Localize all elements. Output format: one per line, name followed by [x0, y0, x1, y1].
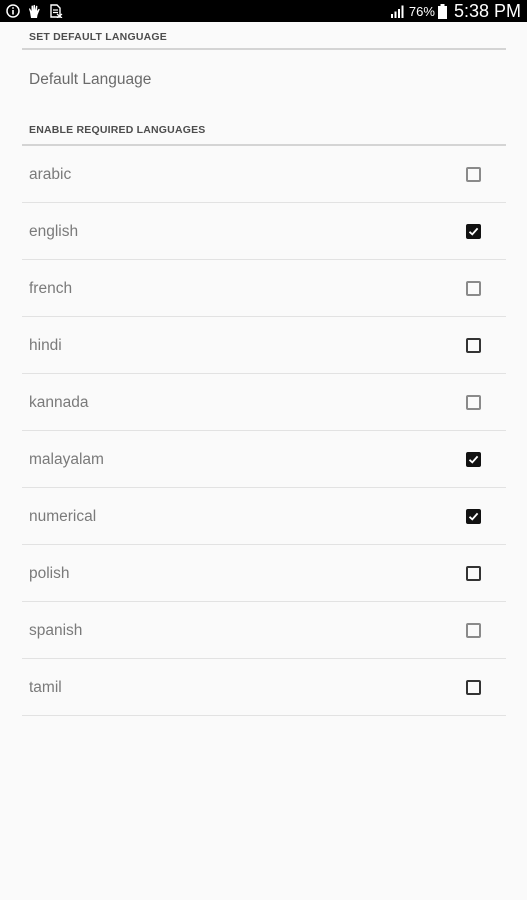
- language-checkbox-polish[interactable]: [466, 566, 481, 581]
- signal-icon: [390, 4, 406, 18]
- section-header-default-language: SET DEFAULT LANGUAGE: [22, 22, 506, 50]
- battery-icon: [437, 3, 447, 19]
- language-checkbox-english[interactable]: [466, 224, 481, 239]
- language-label: malayalam: [29, 451, 104, 468]
- language-label: spanish: [29, 622, 83, 639]
- language-row-french[interactable]: french: [22, 260, 506, 317]
- hand-icon: [27, 4, 42, 19]
- language-checkbox-tamil[interactable]: [466, 680, 481, 695]
- language-row-numerical[interactable]: numerical: [22, 488, 506, 545]
- document-icon: [49, 4, 63, 18]
- language-label: polish: [29, 565, 70, 582]
- language-label: arabic: [29, 166, 72, 183]
- language-label: english: [29, 223, 79, 240]
- clock: 5:38 PM: [453, 0, 521, 21]
- language-label: french: [29, 280, 73, 297]
- info-icon: [6, 4, 20, 18]
- default-language-item[interactable]: Default Language: [22, 50, 506, 108]
- battery-percentage: 76%: [408, 3, 435, 19]
- settings-content: SET DEFAULT LANGUAGE Default Language EN…: [0, 22, 527, 716]
- language-label: numerical: [29, 508, 97, 525]
- status-bar-notifications: [6, 4, 63, 19]
- language-list: arabic english french hindi kannada malayalam…: [0, 146, 527, 716]
- language-row-arabic[interactable]: arabic: [22, 146, 506, 203]
- checkmark-icon: [468, 512, 479, 521]
- language-label: tamil: [29, 679, 62, 696]
- language-checkbox-kannada[interactable]: [466, 395, 481, 410]
- status-bar-system: 76% 5:38 PM: [390, 1, 521, 22]
- language-row-spanish[interactable]: spanish: [22, 602, 506, 659]
- checkmark-icon: [468, 227, 479, 236]
- language-checkbox-numerical[interactable]: [466, 509, 481, 524]
- language-checkbox-spanish[interactable]: [466, 623, 481, 638]
- language-checkbox-hindi[interactable]: [466, 338, 481, 353]
- section-header-enable-languages: ENABLE REQUIRED LANGUAGES: [22, 110, 506, 146]
- language-row-hindi[interactable]: hindi: [22, 317, 506, 374]
- language-row-kannada[interactable]: kannada: [22, 374, 506, 431]
- language-label: hindi: [29, 337, 62, 354]
- language-row-polish[interactable]: polish: [22, 545, 506, 602]
- language-row-malayalam[interactable]: malayalam: [22, 431, 506, 488]
- language-checkbox-french[interactable]: [466, 281, 481, 296]
- language-row-tamil[interactable]: tamil: [22, 659, 506, 716]
- checkmark-icon: [468, 455, 479, 464]
- language-row-english[interactable]: english: [22, 203, 506, 260]
- language-checkbox-arabic[interactable]: [466, 167, 481, 182]
- language-checkbox-malayalam[interactable]: [466, 452, 481, 467]
- status-bar: 76% 5:38 PM: [0, 0, 527, 22]
- language-label: kannada: [29, 394, 89, 411]
